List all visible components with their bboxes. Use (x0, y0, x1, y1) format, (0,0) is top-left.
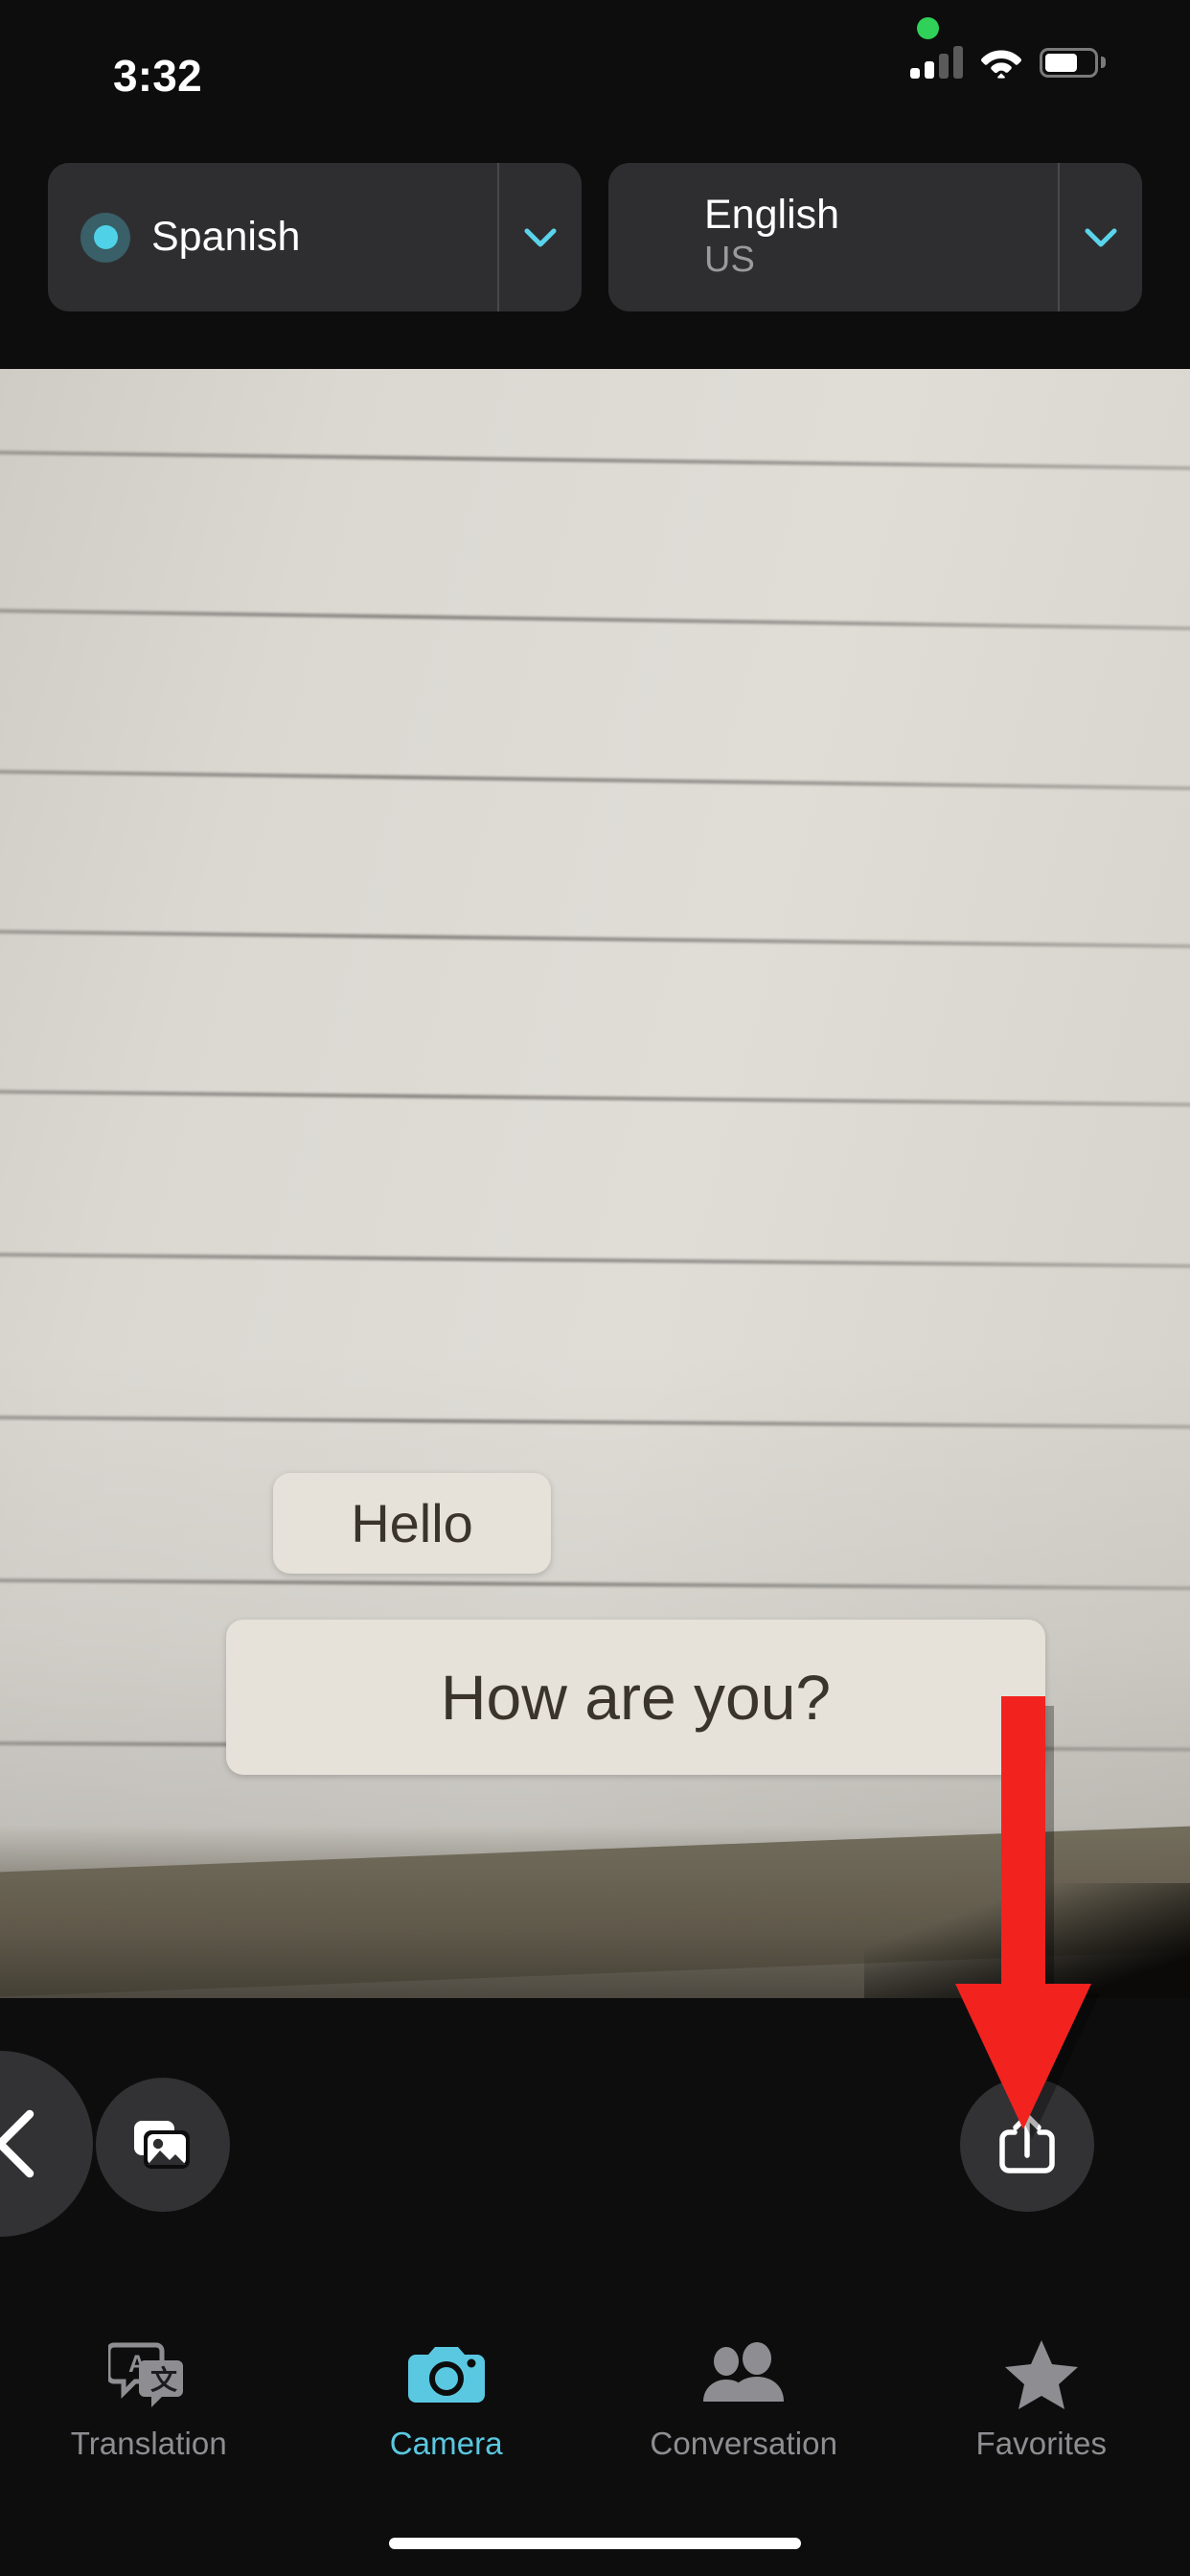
chevron-down-icon (524, 228, 557, 246)
active-listening-dot-icon (80, 212, 130, 263)
photo-library-button[interactable] (96, 2078, 230, 2212)
recording-indicator-dot (917, 17, 939, 39)
target-language-pill[interactable]: English US (608, 163, 1142, 311)
tab-label: Favorites (975, 2426, 1108, 2461)
chevron-down-icon (1085, 228, 1117, 246)
camera-icon (407, 2335, 485, 2412)
status-bar-clock: 3:32 (113, 51, 202, 101)
phone-screen: 3:32 Spanish English US Hello How are yo… (0, 0, 1190, 2576)
svg-text:文: 文 (150, 2364, 177, 2395)
tab-camera[interactable]: Camera (298, 2335, 596, 2462)
cellular-signal-icon (910, 46, 963, 79)
photo-library-icon (134, 2121, 190, 2169)
tab-label: Translation (70, 2426, 227, 2461)
source-language-dropdown-button[interactable] (497, 163, 582, 311)
source-language-main[interactable]: Spanish (48, 163, 497, 311)
wifi-icon (981, 50, 1021, 79)
status-bar-icons (910, 46, 1106, 79)
battery-icon (1040, 47, 1106, 78)
dark-corner-shadow (864, 1883, 1190, 1998)
tab-label: Conversation (650, 2426, 838, 2461)
target-language-main[interactable]: English US (608, 163, 1058, 311)
camera-viewfinder[interactable]: Hello How are you? (0, 369, 1190, 1998)
translation-overlay-bubble[interactable]: How are you? (226, 1620, 1045, 1775)
translation-overlay-bubble[interactable]: Hello (273, 1473, 551, 1574)
translation-bubbles-icon: A 文 (108, 2335, 189, 2412)
source-language-label: Spanish (151, 214, 301, 261)
close-x-icon (0, 2109, 34, 2178)
two-people-icon (699, 2335, 788, 2412)
tab-translation[interactable]: A 文 Translation (0, 2335, 298, 2462)
share-icon (999, 2113, 1055, 2174)
tab-conversation[interactable]: Conversation (595, 2335, 893, 2462)
tab-label: Camera (389, 2426, 503, 2461)
home-indicator[interactable] (389, 2538, 801, 2549)
star-icon (1004, 2335, 1079, 2412)
language-selector-bar: Spanish English US (0, 163, 1190, 311)
status-bar: 3:32 (0, 0, 1190, 144)
target-language-region-label: US (704, 240, 755, 281)
target-language-label: English (704, 191, 840, 238)
target-language-dropdown-button[interactable] (1058, 163, 1142, 311)
share-button[interactable] (960, 2078, 1094, 2212)
source-language-pill[interactable]: Spanish (48, 163, 582, 311)
tab-favorites[interactable]: Favorites (893, 2335, 1190, 2462)
